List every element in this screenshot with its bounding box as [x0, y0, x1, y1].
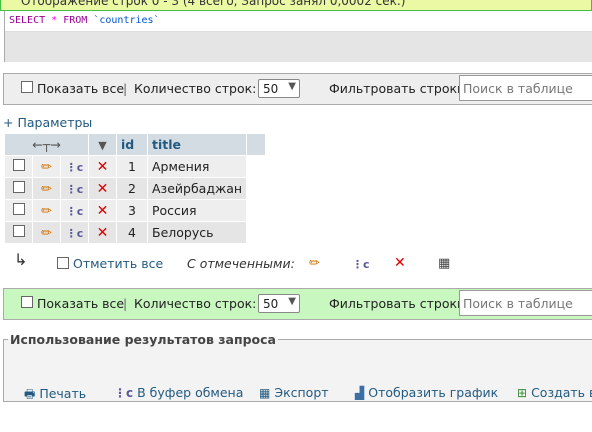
check-all-checkbox[interactable]: [57, 257, 69, 269]
banner-text: Отображение строк 0 - 3 (4 всего, Запрос…: [21, 0, 406, 8]
clipboard-label: В буфер обмена: [137, 385, 244, 400]
row-checkbox[interactable]: [12, 203, 25, 215]
clipboard-link[interactable]: ⋮c В буфер обмена: [114, 385, 243, 400]
nav-bar-bottom: Показать все | Количество строк: 50 ▼ Фи…: [3, 288, 592, 320]
edit-icon[interactable]: ✏: [41, 182, 52, 197]
show-all-checkbox-bottom[interactable]: [21, 296, 33, 308]
export-link[interactable]: ▦ Экспорт: [259, 385, 329, 400]
with-selected-label: С отмеченными:: [187, 256, 295, 271]
cell-id: 4: [117, 222, 147, 243]
sql-from: FROM: [63, 15, 88, 26]
show-all-label[interactable]: Показать все: [37, 81, 124, 96]
table-row: ✏ ⋮c ✕ 3 Россия: [5, 200, 265, 221]
search-input[interactable]: Поиск в таблице: [459, 75, 592, 101]
table-row: ✏ ⋮c ✕ 4 Белорусь: [5, 222, 265, 243]
row-count-select[interactable]: 50 ▼: [258, 79, 300, 98]
create-view-label: Создать в: [531, 385, 592, 400]
column-header-filler: [247, 134, 266, 155]
search-input-bottom[interactable]: Поиск в таблице: [459, 290, 592, 316]
success-banner: Отображение строк 0 - 3 (4 всего, Запрос…: [0, 0, 592, 11]
table-header-row: ←┬→ ▼ id title: [5, 134, 266, 155]
chart-label: Отобразить график: [368, 385, 499, 400]
separator: |: [123, 81, 128, 96]
edit-icon[interactable]: ✏: [41, 204, 52, 219]
sql-query[interactable]: SELECT * FROM `countries`: [9, 15, 160, 26]
table-row: ✏ ⋮c ✕ 2 Азейрбаджан: [5, 178, 265, 199]
sql-select: SELECT: [9, 15, 46, 26]
nav-bar-top: Показать все | Количество строк: 50 ▼ Фи…: [3, 73, 592, 105]
query-results-operations: Использование результатов запроса 🖶 Печат…: [3, 332, 592, 402]
cell-title: Азейрбаджан: [148, 178, 247, 199]
results-table: ←┬→ ▼ id title ✏ ⋮c ✕ 1 Армения ✏ ⋮c ✕ 2…: [4, 133, 266, 244]
chevron-down-icon: ▼: [288, 296, 296, 307]
create-view-icon: ⊞: [517, 386, 528, 400]
cell-id: 1: [117, 156, 147, 177]
print-label: Печать: [39, 386, 87, 401]
copy-icon[interactable]: ⋮c: [66, 183, 84, 196]
params-link[interactable]: + Параметры: [3, 115, 92, 130]
column-header-title[interactable]: title: [148, 134, 247, 155]
delete-icon[interactable]: ✕: [97, 181, 109, 197]
row-count-select-bottom[interactable]: 50 ▼: [258, 294, 300, 313]
export-icon: ▦: [259, 386, 271, 400]
row-count-label: Количество строк:: [134, 81, 257, 96]
cell-id: 3: [117, 200, 147, 221]
table-row: ✏ ⋮c ✕ 1 Армения: [5, 156, 265, 177]
sql-star: *: [51, 15, 58, 26]
column-resize-icon[interactable]: ←┬→: [5, 134, 88, 155]
sql-query-box: SELECT * FROM `countries`: [4, 11, 592, 62]
create-view-link[interactable]: ⊞ Создать в: [517, 385, 592, 400]
row-checkbox[interactable]: [12, 159, 25, 171]
arrow-ltr-icon: ↳: [14, 250, 28, 269]
bulk-delete-icon[interactable]: ✕: [394, 255, 406, 271]
chevron-down-icon: ▼: [288, 81, 296, 92]
filter-label-bottom: Фильтровать строки:: [329, 296, 470, 311]
bulk-export-icon[interactable]: ▦: [438, 256, 450, 271]
chart-icon: ▟: [355, 386, 365, 400]
separator: |: [123, 296, 128, 311]
row-checkbox[interactable]: [12, 181, 25, 193]
delete-icon[interactable]: ✕: [97, 159, 109, 175]
column-header-id[interactable]: id: [117, 134, 147, 155]
chart-link[interactable]: ▟ Отобразить график: [355, 385, 498, 400]
row-count-value: 50: [263, 82, 279, 96]
print-link[interactable]: 🖶 Печать: [24, 385, 86, 406]
edit-icon[interactable]: ✏: [41, 160, 52, 175]
delete-icon[interactable]: ✕: [97, 225, 109, 241]
show-all-checkbox[interactable]: [21, 81, 33, 93]
sql-table: `countries`: [93, 15, 160, 26]
clipboard-icon: ⋮c: [114, 386, 134, 400]
bulk-copy-icon[interactable]: ⋮c: [352, 258, 370, 271]
check-all-link[interactable]: Отметить все: [73, 256, 163, 271]
cell-title: Армения: [148, 156, 247, 177]
export-label: Экспорт: [274, 385, 329, 400]
delete-icon[interactable]: ✕: [97, 203, 109, 219]
usage-legend: Использование результатов запроса: [10, 332, 276, 347]
filter-label: Фильтровать строки:: [329, 81, 470, 96]
cell-title: Белорусь: [148, 222, 247, 243]
show-all-label-bottom[interactable]: Показать все: [37, 296, 124, 311]
sort-menu-icon[interactable]: ▼: [89, 134, 116, 155]
printer-icon: 🖶: [24, 387, 36, 401]
copy-icon[interactable]: ⋮c: [66, 227, 84, 240]
row-count-value-bottom: 50: [263, 297, 279, 311]
cell-id: 2: [117, 178, 147, 199]
copy-icon[interactable]: ⋮c: [66, 205, 84, 218]
edit-icon[interactable]: ✏: [41, 226, 52, 241]
row-count-label-bottom: Количество строк:: [134, 296, 257, 311]
row-checkbox[interactable]: [12, 225, 25, 237]
copy-icon[interactable]: ⋮c: [66, 161, 84, 174]
cell-title: Россия: [148, 200, 247, 221]
bulk-edit-icon[interactable]: ✏: [309, 256, 320, 271]
